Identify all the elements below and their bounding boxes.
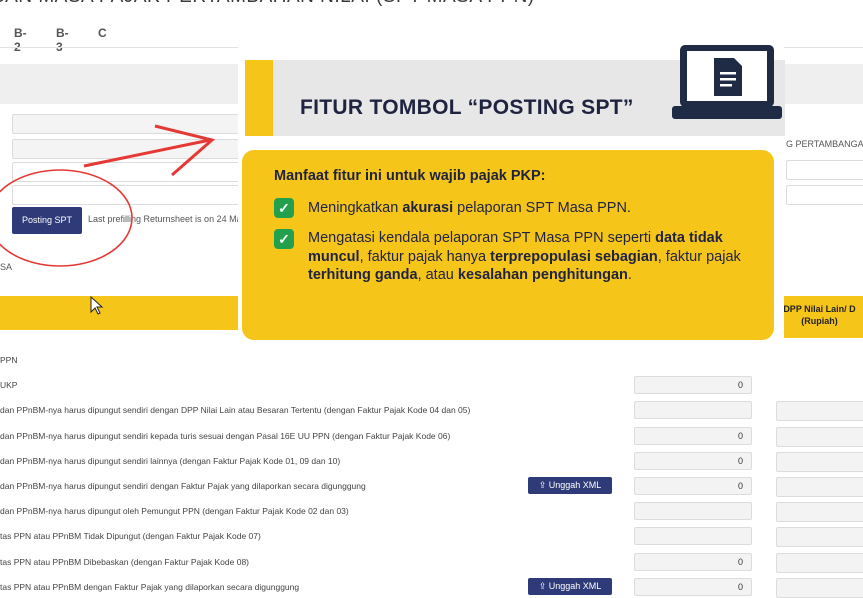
right-field-1[interactable] (786, 160, 863, 180)
row-label: tas PPN atau PPnBM Dibebaskan (dengan Fa… (0, 557, 250, 567)
row-dpp-field[interactable] (776, 578, 863, 598)
row-value-field[interactable]: 0 (634, 376, 752, 394)
tab-c[interactable]: C (98, 26, 107, 40)
row-dpp-field[interactable] (776, 427, 863, 447)
right-field-2[interactable] (786, 185, 863, 205)
benefit-1-text-end: pelaporan SPT Masa PPN. (453, 200, 631, 216)
row-dpp-field[interactable] (776, 527, 863, 547)
benefit-2-text-4: , atau (417, 267, 458, 283)
row-label: tas PPN atau PPnBM Tidak Dipungut (denga… (0, 531, 261, 541)
row-value-field[interactable]: 0 (634, 553, 752, 571)
row-label: dan PPnBM-nya harus dipungut oleh Pemung… (0, 506, 349, 516)
row-dpp-field[interactable] (776, 452, 863, 472)
mouse-cursor-icon (90, 296, 104, 315)
row-value-field[interactable] (634, 527, 752, 545)
benefit-1-bold: akurasi (402, 200, 454, 216)
upload-icon: ⇪ (538, 480, 549, 490)
benefit-item-2: Mengatasi kendala pelaporan SPT Masa PPN… (308, 229, 748, 285)
tab-b3[interactable]: B-3 (56, 26, 69, 54)
table-header-dpp: DPP Nilai Lain/ D (Rupiah) (776, 296, 863, 338)
dpp-header-label: DPP Nilai Lain/ D (Rupiah) (783, 304, 856, 326)
benefit-2-text-5: . (627, 267, 632, 283)
row-label: dan PPnBM-nya harus dipungut sendiri kep… (0, 431, 451, 441)
page-title: SAN MASA PAJAK PERTAMBAHAN NILAI (SPT MA… (0, 0, 535, 8)
pointer-arrow-line (83, 138, 211, 168)
row-label: tas PPN atau PPnBM dengan Faktur Pajak y… (0, 582, 300, 592)
right-header-text: G PERTAMBANGAN (786, 139, 863, 149)
row-value-field[interactable]: 0 (634, 477, 752, 495)
row-label: dan PPnBM-nya harus dipungut sendiri den… (0, 481, 366, 491)
benefit-1-text: Meningkatkan (308, 200, 403, 216)
row-value-field[interactable]: 0 (634, 578, 752, 596)
row-dpp-field[interactable] (776, 401, 863, 421)
row-label: UKP (0, 380, 18, 390)
row-dpp-field[interactable] (776, 502, 863, 522)
row-label: PPN (0, 355, 18, 365)
row-dpp-field[interactable] (776, 553, 863, 573)
row-value-field[interactable]: 0 (634, 452, 752, 470)
upload-xml-button[interactable]: ⇪ Unggah XML (528, 477, 612, 494)
row-label: dan PPnBM-nya harus dipungut sendiri lai… (0, 456, 341, 466)
check-icon: ✓ (274, 198, 294, 218)
check-icon: ✓ (274, 229, 294, 249)
row-dpp-field[interactable] (776, 477, 863, 497)
row-value-field[interactable]: 0 (634, 427, 752, 445)
upload-label: Unggah XML (548, 581, 602, 591)
benefit-2-bold-2: terprepopulasi sebagian (490, 248, 658, 265)
benefit-item-1: Meningkatkan akurasi pelaporan SPT Masa … (308, 199, 631, 218)
row-value-field[interactable] (634, 502, 752, 520)
benefit-heading: Manfaat fitur ini untuk wajib pajak PKP: (274, 168, 546, 184)
benefit-2-text-2: , faktur pajak hanya (359, 248, 491, 265)
benefit-2-bold-4: kesalahan penghitungan (457, 267, 628, 283)
row-label: dan PPnBM-nya harus dipungut sendiri den… (0, 405, 471, 415)
row-value-field[interactable] (634, 401, 752, 419)
tab-b2[interactable]: B-2 (14, 26, 27, 54)
benefit-2-bold-3: terhitung ganda (308, 267, 418, 283)
benefit-2-text: Mengatasi kendala pelaporan SPT Masa PPN… (308, 230, 656, 246)
highlight-circle (0, 169, 133, 267)
table-header-left (0, 296, 238, 330)
laptop-document-icon (672, 45, 782, 119)
upload-label: Unggah XML (548, 480, 602, 490)
upload-icon: ⇪ (538, 581, 549, 591)
benefit-2-text-3: , faktur pajak (657, 248, 741, 265)
red-annotation (0, 124, 216, 267)
feature-title: FITUR TOMBOL “POSTING SPT” (300, 96, 634, 119)
